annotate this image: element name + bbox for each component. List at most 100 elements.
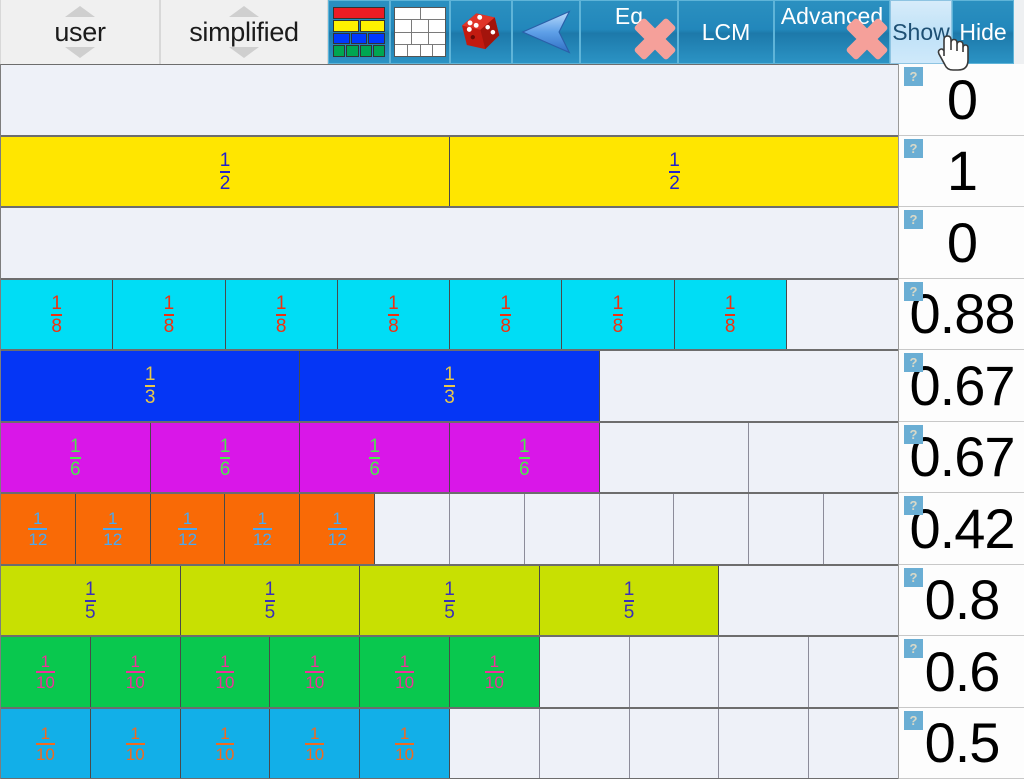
fraction-segment-filled[interactable]: 1 12: [75, 494, 151, 564]
fraction-segment-filled[interactable]: 18: [562, 280, 675, 349]
row-tenths-green[interactable]: 1 10 1 10 1 10 1 10 1 10 1 10: [1, 636, 899, 708]
row-empty-2[interactable]: [1, 207, 899, 279]
help-question-badge[interactable]: ?: [904, 353, 923, 372]
fraction-segment-empty[interactable]: [539, 709, 630, 778]
value-row[interactable]: ? 0.67: [899, 422, 1024, 493]
row-twelfths[interactable]: 1 12 1 12 1 12 1 12 1 12: [1, 493, 899, 565]
fraction-segment-filled[interactable]: 18: [1, 280, 114, 349]
fraction-segment-empty[interactable]: [809, 637, 899, 707]
fraction-segment-empty[interactable]: [599, 351, 899, 421]
help-question-badge[interactable]: ?: [904, 568, 923, 587]
fraction-segment-filled[interactable]: 15: [539, 566, 720, 635]
fraction-segment-empty[interactable]: [599, 423, 750, 492]
help-question-badge[interactable]: ?: [904, 282, 923, 301]
fraction-segment-filled[interactable]: 18: [450, 280, 563, 349]
spinner-down-arrow-icon[interactable]: [65, 47, 95, 58]
show-button[interactable]: Show: [890, 0, 952, 64]
fraction-segment-filled[interactable]: 1 12: [300, 494, 376, 564]
value-row[interactable]: ? 0.6: [899, 636, 1024, 708]
fraction-segment-filled[interactable]: 1 10: [90, 637, 181, 707]
fraction-segment-filled[interactable]: 1 10: [270, 709, 361, 778]
fraction-segment-empty[interactable]: [749, 494, 825, 564]
fraction-segment-empty[interactable]: [674, 494, 750, 564]
user-spinner[interactable]: user: [0, 0, 160, 64]
fraction-segment-empty[interactable]: [824, 494, 899, 564]
equals-button[interactable]: Eq: [580, 0, 678, 64]
fraction-segment-filled[interactable]: 1 10: [360, 637, 450, 707]
fraction-segment-filled[interactable]: 12: [450, 137, 899, 206]
fraction-segment-empty[interactable]: [375, 494, 450, 564]
help-question-badge[interactable]: ?: [904, 67, 923, 86]
fraction-segment-empty[interactable]: [749, 423, 899, 492]
row-fifths[interactable]: 15151515: [1, 565, 899, 636]
spinner-down-arrow-icon[interactable]: [229, 47, 259, 58]
fraction-segment-filled[interactable]: 16: [300, 423, 450, 492]
fraction-segment-filled[interactable]: 13: [1, 351, 301, 421]
fraction-segment-filled[interactable]: 18: [674, 280, 787, 349]
fraction-segment-empty[interactable]: [524, 494, 600, 564]
fraction-segment-filled[interactable]: 1 10: [270, 637, 361, 707]
row-tenths-blue[interactable]: 1 10 1 10 1 10 1 10 1 10: [1, 708, 899, 779]
row-thirds[interactable]: 1313: [1, 350, 899, 422]
color-bars-button[interactable]: [328, 0, 390, 64]
row-empty-1[interactable]: [1, 64, 899, 136]
fraction-segment-filled[interactable]: 13: [300, 351, 600, 421]
spinner-up-arrow-icon[interactable]: [65, 6, 95, 17]
help-question-badge[interactable]: ?: [904, 210, 923, 229]
value-row[interactable]: ? 0.8: [899, 565, 1024, 636]
fraction-segment-filled[interactable]: 1 10: [1, 637, 91, 707]
lcm-button[interactable]: LCM: [678, 0, 774, 64]
fraction-segment-empty[interactable]: [1, 208, 899, 278]
grid-button[interactable]: [390, 0, 450, 64]
help-question-badge[interactable]: ?: [904, 639, 923, 658]
value-row[interactable]: ? 0: [899, 207, 1024, 279]
advanced-button[interactable]: Advanced: [774, 0, 890, 64]
fraction-segment-filled[interactable]: 1 10: [180, 709, 271, 778]
fraction-segment-empty[interactable]: [1, 65, 899, 135]
fraction-segment-filled[interactable]: 16: [150, 423, 301, 492]
fraction-segment-filled[interactable]: 15: [1, 566, 181, 635]
fraction-segment-filled[interactable]: 1 10: [449, 637, 540, 707]
value-row[interactable]: ? 0.5: [899, 708, 1024, 779]
spinner-up-arrow-icon[interactable]: [229, 6, 259, 17]
fraction-segment-empty[interactable]: [449, 494, 525, 564]
simplified-spinner[interactable]: simplified: [160, 0, 328, 64]
fraction-segment-empty[interactable]: [719, 566, 899, 635]
fraction-segment-filled[interactable]: 12: [1, 137, 450, 206]
fraction-segment-filled[interactable]: 1 12: [150, 494, 226, 564]
fraction-segment-filled[interactable]: 18: [337, 280, 450, 349]
value-row[interactable]: ? 0.67: [899, 350, 1024, 422]
fraction-segment-filled[interactable]: 1 10: [360, 709, 450, 778]
back-arrow-button[interactable]: [512, 0, 580, 64]
value-row[interactable]: ? 0.42: [899, 493, 1024, 565]
fraction-segment-filled[interactable]: 1 10: [180, 637, 271, 707]
fraction-segment-filled[interactable]: 1 12: [1, 494, 76, 564]
random-die-button[interactable]: [450, 0, 512, 64]
fraction-segment-empty[interactable]: [629, 637, 720, 707]
fraction-segment-empty[interactable]: [629, 709, 720, 778]
fraction-segment-filled[interactable]: 16: [449, 423, 600, 492]
row-eighths[interactable]: 18181818181818: [1, 279, 899, 350]
fraction-segment-filled[interactable]: 1 10: [90, 709, 181, 778]
fraction-segment-empty[interactable]: [786, 280, 899, 349]
value-row[interactable]: ? 0: [899, 64, 1024, 136]
help-question-badge[interactable]: ?: [904, 425, 923, 444]
help-question-badge[interactable]: ?: [904, 711, 923, 730]
fraction-segment-empty[interactable]: [449, 709, 540, 778]
fraction-segment-empty[interactable]: [719, 637, 810, 707]
fraction-segment-filled[interactable]: 18: [113, 280, 226, 349]
fraction-segment-empty[interactable]: [599, 494, 675, 564]
value-row[interactable]: ? 0.88: [899, 279, 1024, 350]
hide-button[interactable]: Hide: [952, 0, 1014, 64]
fraction-segment-filled[interactable]: 1 12: [225, 494, 301, 564]
fraction-segment-empty[interactable]: [539, 637, 630, 707]
help-question-badge[interactable]: ?: [904, 496, 923, 515]
fraction-segment-filled[interactable]: 18: [225, 280, 338, 349]
fraction-segment-empty[interactable]: [809, 709, 899, 778]
fraction-segment-filled[interactable]: 15: [180, 566, 361, 635]
fraction-segment-empty[interactable]: [719, 709, 810, 778]
row-halves[interactable]: 1212: [1, 136, 899, 207]
row-sixths[interactable]: 16161616: [1, 422, 899, 493]
fraction-segment-filled[interactable]: 15: [360, 566, 540, 635]
fraction-segment-filled[interactable]: 1 10: [1, 709, 91, 778]
